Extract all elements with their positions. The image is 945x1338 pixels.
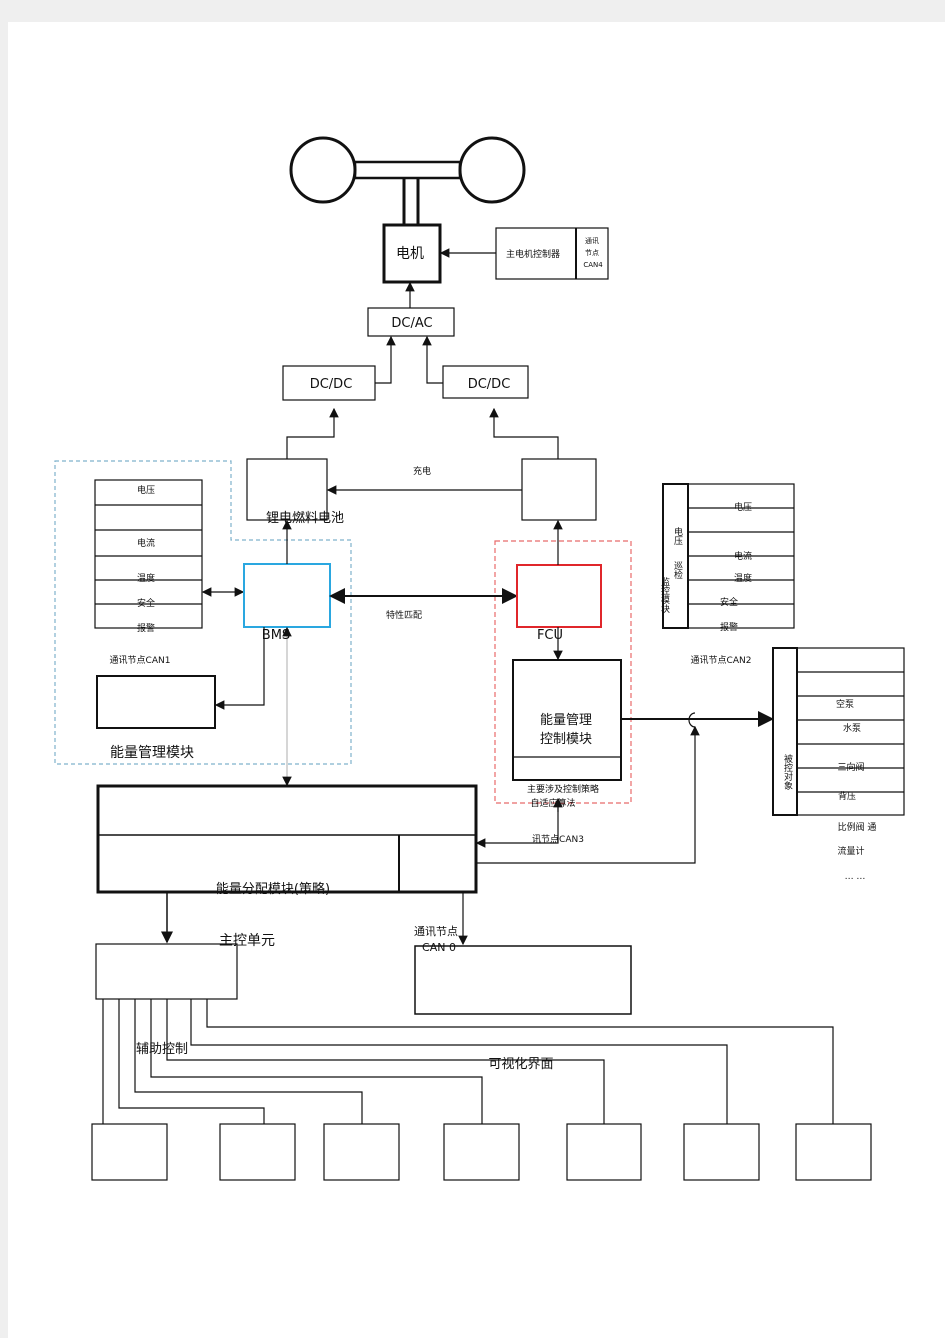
can0-box: [414, 945, 632, 1015]
fcu-box: [516, 564, 602, 628]
main-unit-label: 主控单元: [219, 933, 275, 949]
emc-note1: 主要涉及控制策略: [527, 783, 599, 795]
mon-outer: 监控模块: [659, 576, 670, 614]
mon-row-temp: 温度: [734, 572, 752, 584]
left-row-alarm: 报警: [137, 622, 155, 634]
can3-label: 讯节点CAN3: [532, 834, 584, 845]
distribution-box: [96, 784, 478, 894]
charge-label: 充电: [413, 465, 431, 477]
battery-label: 锂电燃料电池: [266, 510, 344, 526]
emc-note2: 自适应算法: [530, 797, 575, 809]
ctrl-side: 被控对象: [782, 753, 793, 790]
dcdc-right-label: DC/DC: [468, 377, 511, 392]
motor-label: 电机: [396, 246, 424, 262]
energy-module-region: [54, 460, 352, 765]
axle: [353, 160, 462, 180]
emc-line2: 控制模块: [540, 732, 592, 747]
mon-row-safety: 安全: [720, 596, 738, 608]
fcu-label: FCU: [537, 628, 563, 643]
sub-box-6: [683, 1123, 760, 1181]
ctrl-extra-2: 流量计: [837, 845, 864, 857]
left-row-temp: 温度: [137, 572, 155, 584]
match-label: 特性匹配: [386, 609, 422, 621]
can2-label: 通讯节点CAN2: [691, 655, 752, 666]
mon-inner-1: 电压: [672, 526, 683, 546]
mon-row-voltage: 电压: [734, 501, 752, 513]
can0-line2: CAN 0: [422, 941, 456, 954]
wheel-right: [458, 136, 526, 204]
visual-label: 可视化界面: [488, 1057, 553, 1072]
dcac-label: DC/AC: [391, 316, 432, 331]
ctrl-row-backpressure: 背压: [838, 790, 856, 802]
ctrl-row-valve: 三向阀: [837, 761, 864, 773]
mon-inner-2: 巡检: [672, 561, 683, 580]
fcu-region: [494, 540, 632, 804]
sub-box-2: [219, 1123, 296, 1181]
bms-box: [243, 563, 331, 628]
sub-box-5: [566, 1123, 642, 1181]
energy-module-label: 能量管理模块: [110, 745, 194, 761]
left-row-current: 电流: [137, 537, 155, 549]
ctrl-row-water: 水泵: [843, 722, 861, 734]
left-row-voltage: 电压: [137, 484, 155, 496]
system-diagram: 电机 主电机控制器 通讯 节点 CAN4 DC/AC DC/DC DC/DC 锂…: [54, 136, 905, 1181]
sub-box-3: [323, 1123, 400, 1181]
main-unit-box: [95, 943, 238, 1000]
sub-box-1: [91, 1123, 168, 1181]
can1-box: [96, 675, 216, 729]
can1-label: 通讯节点CAN1: [110, 655, 171, 666]
can4-line2: 节点: [585, 249, 599, 257]
can4-line3: CAN4: [583, 261, 603, 269]
sub-box-7: [795, 1123, 872, 1181]
bms-label: BMS: [262, 628, 290, 643]
emc-line1: 能量管理: [540, 713, 592, 728]
ctrl-extra-1: 比例阀 通: [838, 821, 877, 833]
can0-line1: 通讯节点: [414, 925, 458, 938]
dcdc-left-label: DC/DC: [310, 377, 353, 392]
mon-row-alarm: 报警: [720, 621, 738, 633]
sub-box-4: [443, 1123, 520, 1181]
distribution-label: 能量分配模块(策略): [216, 881, 330, 897]
ctrl-extra-3: … …: [845, 872, 866, 882]
left-row-safety: 安全: [137, 597, 155, 609]
can4-line1: 通讯: [585, 236, 599, 245]
aux-label: 辅助控制: [136, 1042, 188, 1057]
mon-row-current: 电流: [734, 550, 752, 562]
wheel-left: [289, 136, 357, 204]
motor-controller-label: 主电机控制器: [506, 248, 560, 260]
fuelcell-box: [521, 458, 597, 521]
ctrl-row-air: 空泵: [836, 698, 854, 710]
